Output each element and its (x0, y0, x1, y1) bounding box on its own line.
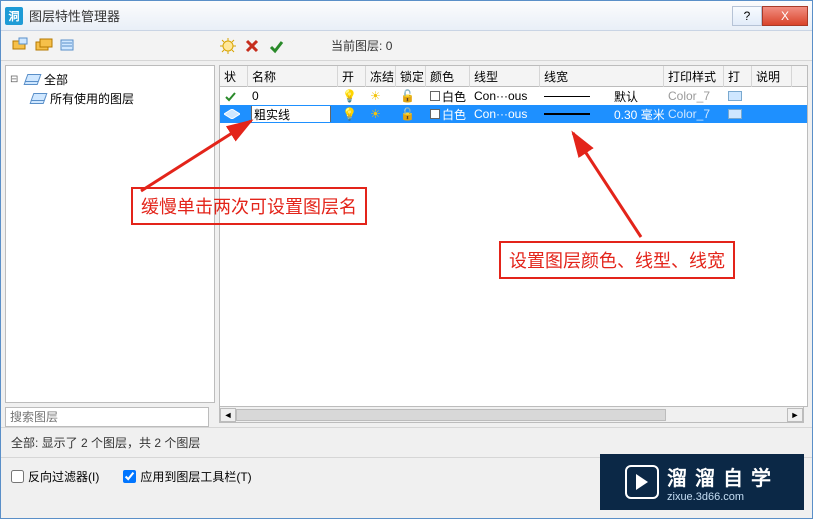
annotation-arrow-icon (561, 127, 681, 247)
lineweight-cell[interactable]: 默认 (610, 88, 664, 105)
scroll-left-icon[interactable]: ◄ (220, 408, 236, 422)
watermark-url: zixue.3d66.com (667, 491, 744, 503)
invert-filter-input[interactable] (11, 470, 24, 483)
tree-child-label: 所有使用的图层 (50, 90, 134, 107)
current-layer-text: 当前图层: (331, 39, 382, 53)
new-layer-icon[interactable] (219, 37, 237, 55)
invert-filter-label: 反向过滤器(I) (28, 468, 99, 485)
tree-child[interactable]: 所有使用的图层 (30, 89, 210, 108)
search-input[interactable] (5, 407, 209, 427)
lock-icon[interactable]: 🔓 (396, 107, 426, 121)
horizontal-scrollbar[interactable]: ◄ ► (219, 407, 804, 423)
app-icon: 洞 (5, 7, 23, 25)
freeze-icon[interactable]: ☀ (366, 107, 396, 121)
apply-toolbar-checkbox[interactable]: 应用到图层工具栏(T) (123, 468, 251, 485)
annotation-rename: 缓慢单击两次可设置图层名 (131, 187, 367, 225)
tree-root[interactable]: ⊟ 全部 (10, 70, 210, 89)
search-row (5, 407, 215, 427)
col-name[interactable]: 名称 (248, 66, 338, 87)
lineweight-preview[interactable] (540, 113, 610, 115)
color-label: 白色 (442, 88, 466, 105)
state-cell (220, 90, 248, 102)
scroll-thumb[interactable] (236, 409, 666, 421)
titlebar: 洞 图层特性管理器 ? X (1, 1, 812, 31)
color-cell[interactable]: 白色 (426, 88, 470, 105)
layer-manager-window: 洞 图层特性管理器 ? X 当前图层: 0 (0, 0, 813, 519)
current-layer-value: 0 (386, 39, 393, 53)
tree-root-label: 全部 (44, 71, 68, 88)
invert-filter-checkbox[interactable]: 反向过滤器(I) (11, 468, 99, 485)
current-layer-label: 当前图层: 0 (331, 37, 392, 54)
apply-toolbar-input[interactable] (123, 470, 136, 483)
color-cell[interactable]: 白色 (426, 106, 470, 123)
window-title: 图层特性管理器 (29, 6, 732, 25)
set-current-icon[interactable] (267, 37, 285, 55)
plot-icon[interactable] (724, 109, 752, 119)
lineweight-preview[interactable] (540, 96, 610, 97)
plot-icon[interactable] (724, 91, 752, 101)
plotstyle-cell[interactable]: Color_7 (664, 89, 724, 103)
layers-icon (24, 74, 40, 86)
color-swatch (430, 91, 440, 101)
name-cell[interactable]: 0 (248, 89, 338, 103)
col-state[interactable]: 状 (220, 66, 248, 87)
col-freeze[interactable]: 冻结 (366, 66, 396, 87)
linetype-cell[interactable]: Con···ous (470, 107, 540, 121)
window-buttons: ? X (732, 6, 808, 26)
lineweight-cell[interactable]: 0.30 毫米 (610, 106, 664, 123)
delete-layer-icon[interactable] (243, 37, 261, 55)
col-lock[interactable]: 锁定 (396, 66, 426, 87)
col-desc[interactable]: 说明 (752, 66, 792, 87)
col-plotstyle[interactable]: 打印样式 (664, 66, 724, 87)
linetype-cell[interactable]: Con···ous (470, 89, 540, 103)
lock-icon[interactable]: 🔓 (396, 89, 426, 103)
plotstyle-cell[interactable]: Color_7 (664, 107, 724, 121)
grid-header: 状 名称 开 冻结 锁定 颜色 线型 线宽 打印样式 打 说明 (219, 65, 808, 87)
toolbar: 当前图层: 0 (1, 31, 812, 61)
help-button[interactable]: ? (732, 6, 762, 26)
on-icon[interactable]: 💡 (338, 107, 366, 121)
col-on[interactable]: 开 (338, 66, 366, 87)
apply-toolbar-label: 应用到图层工具栏(T) (140, 468, 251, 485)
col-color[interactable]: 颜色 (426, 66, 470, 87)
new-group-filter-icon[interactable] (35, 37, 53, 55)
tree-collapse-icon[interactable]: ⊟ (10, 74, 20, 85)
new-filter-icon[interactable] (11, 37, 29, 55)
watermark-brand: 溜溜自学 (667, 462, 779, 491)
col-plot[interactable]: 打 (724, 66, 752, 87)
col-lineweight[interactable]: 线宽 (540, 66, 664, 87)
table-row[interactable]: 0 💡 ☀ 🔓 白色 Con···ous 默认 Color_7 (220, 87, 807, 105)
scroll-track[interactable] (236, 408, 787, 422)
annotation-style: 设置图层颜色、线型、线宽 (499, 241, 735, 279)
scroll-right-icon[interactable]: ► (787, 408, 803, 422)
status-bar: 全部: 显示了 2 个图层，共 2 个图层 (1, 427, 812, 457)
table-row[interactable]: 粗实线 💡 ☀ 🔓 白色 Con···ous 0.30 毫米 Color_7 (220, 105, 807, 123)
close-button[interactable]: X (762, 6, 808, 26)
play-icon (625, 465, 659, 499)
watermark: 溜溜自学 zixue.3d66.com (600, 454, 804, 510)
color-swatch (430, 109, 440, 119)
layers-icon (30, 93, 46, 105)
col-linetype[interactable]: 线型 (470, 66, 540, 87)
color-label: 白色 (442, 106, 466, 123)
layer-states-icon[interactable] (59, 37, 77, 55)
on-icon[interactable]: 💡 (338, 89, 366, 103)
freeze-icon[interactable]: ☀ (366, 89, 396, 103)
